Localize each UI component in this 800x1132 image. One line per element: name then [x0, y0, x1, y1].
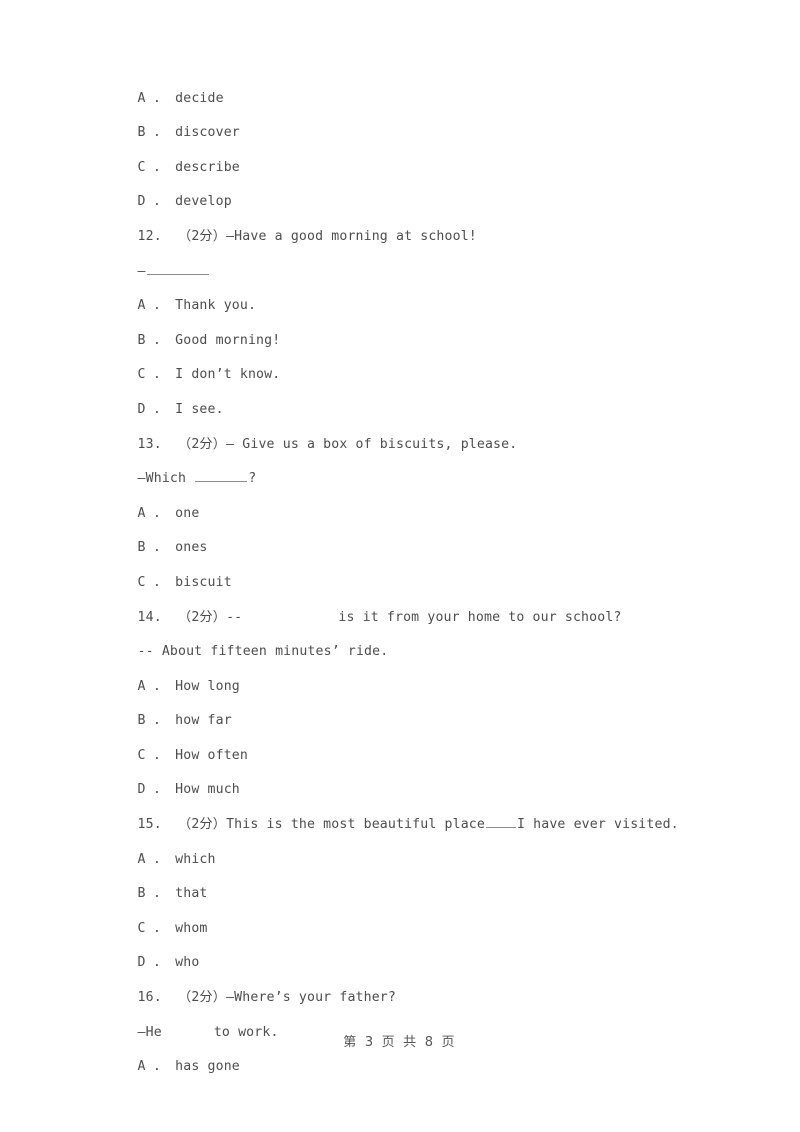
line-suffix: ?: [248, 471, 257, 487]
question-text: 12. （2分）—Have a good morning at school!: [137, 228, 477, 244]
option-text: A ． decide: [137, 90, 224, 106]
question-text: 15. （2分）This is the most beautiful place: [137, 817, 485, 833]
question-text: 14. （2分）--: [137, 609, 251, 625]
option-text: B ． that: [137, 886, 208, 902]
option-text: A ． How long: [137, 678, 240, 694]
dialogue-dash: —: [137, 263, 146, 279]
fill-in-blank[interactable]: [485, 816, 516, 829]
option-text: D ． I see.: [137, 401, 224, 417]
option-text: D ． develop: [137, 194, 232, 210]
dialogue-dash: —Which: [137, 471, 195, 487]
fill-in-blank[interactable]: [146, 262, 209, 275]
line-suffix: is it from your home to our school?: [338, 609, 622, 625]
option-text: C ． How often: [137, 747, 248, 763]
question-text: 13. （2分）— Give us a box of biscuits, ple…: [137, 436, 518, 452]
option-text: B ． ones: [137, 540, 208, 556]
option-text: A ． has gone: [137, 1059, 240, 1075]
option-text: A ． one: [137, 505, 200, 521]
option-text: B ． Good morning!: [137, 332, 281, 348]
option-text: B ． discover: [137, 125, 240, 141]
option-text: A ． Thank you.: [137, 298, 257, 314]
option-text: D ． How much: [137, 782, 240, 798]
option-text: D ． who: [137, 955, 200, 971]
option-text: C ． whom: [137, 920, 208, 936]
fill-in-blank[interactable]: [195, 470, 248, 483]
question-list: A ． decide B ． discover C ． describe D ．…: [89, 47, 729, 1075]
option-text: C ． describe: [137, 159, 240, 175]
option-text: C ． I don’t know.: [137, 367, 281, 383]
option-text: C ． biscuit: [137, 574, 232, 590]
page-footer: 第 3 页 共 8 页: [343, 1035, 457, 1050]
question-text: 16. （2分）—Where’s your father?: [137, 990, 396, 1006]
exam-page: A ． decide B ． discover C ． describe D ．…: [0, 0, 800, 1132]
answer-option[interactable]: A ． decide: [89, 47, 729, 106]
line-suffix: I have ever visited.: [516, 817, 679, 833]
option-text: A ． which: [137, 851, 216, 867]
answer-text: -- About fifteen minutes’ ride.: [137, 644, 389, 660]
option-text: B ． how far: [137, 713, 232, 729]
